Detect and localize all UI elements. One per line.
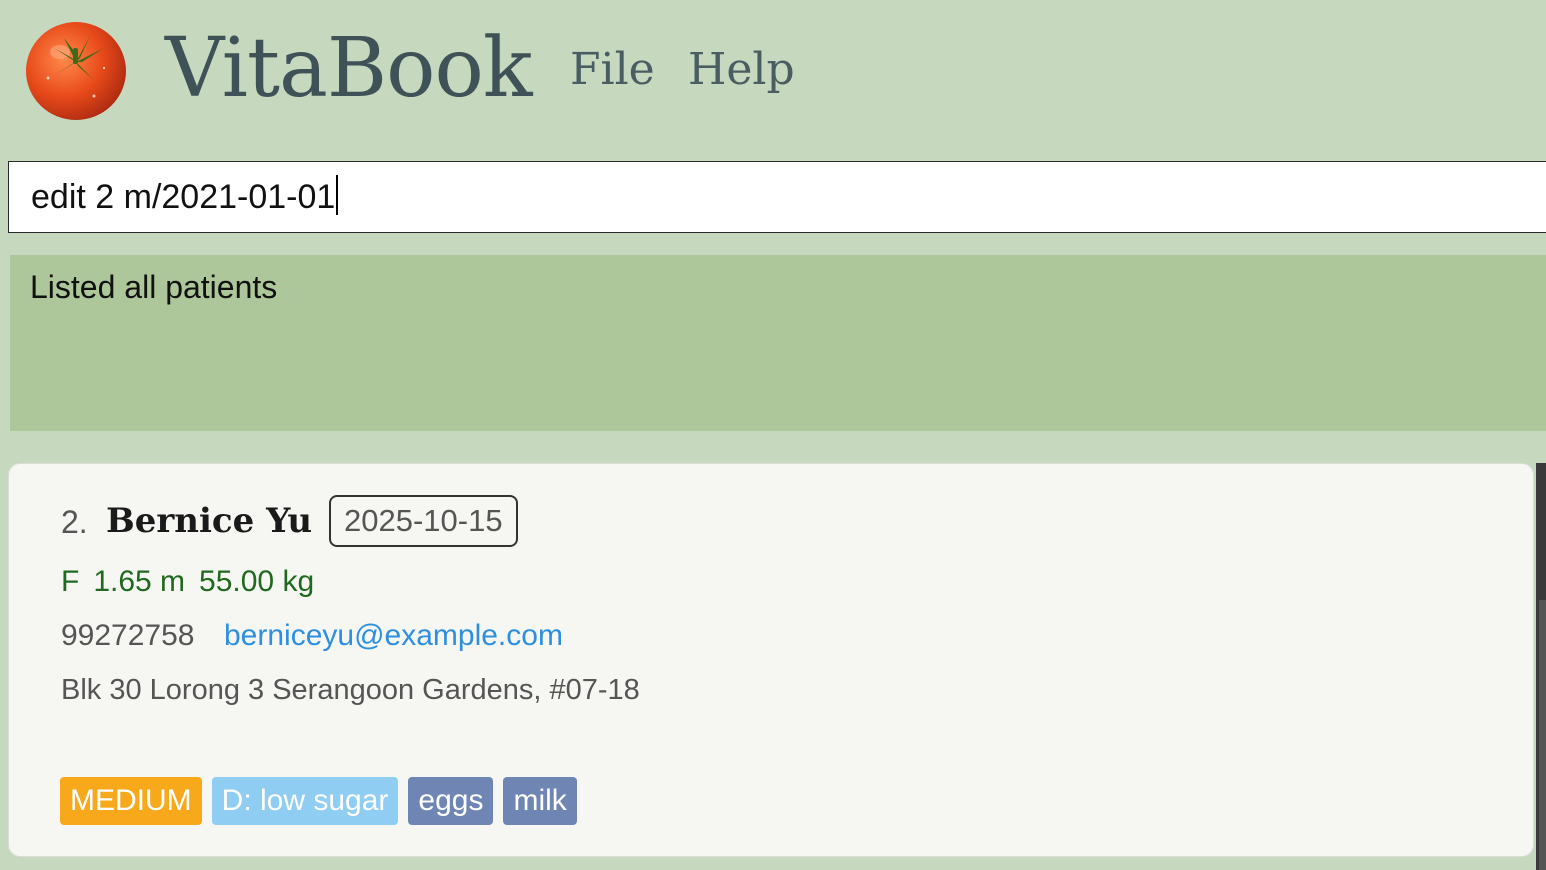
result-display: Listed all patients <box>10 255 1546 431</box>
patient-index: 2. <box>61 504 88 540</box>
patient-email[interactable]: berniceyu@example.com <box>224 616 563 656</box>
priority-tag: MEDIUM <box>60 777 202 825</box>
menu-help[interactable]: Help <box>688 38 795 102</box>
menu-file[interactable]: File <box>570 38 655 102</box>
patient-card[interactable]: 2. Bernice Yu 2025-10-15 F 1.65 m 55.00 kg… <box>8 463 1534 857</box>
command-value: edit 2 m/2021-01-01 <box>31 178 336 216</box>
app-window: VitaBook File Help edit 2 m/2021-01-01 L… <box>0 0 1546 870</box>
list-scrollbar-thumb[interactable] <box>1539 600 1546 870</box>
allergy-tag: eggs <box>408 777 494 825</box>
patient-sex: F <box>61 565 80 598</box>
allergy-tag: milk <box>503 777 577 825</box>
appointment-date-badge: 2025-10-15 <box>329 495 518 547</box>
diet-tag: D: low sugar <box>211 777 399 825</box>
app-title: VitaBook <box>165 21 533 116</box>
patient-name: Bernice Yu <box>106 501 313 541</box>
command-text-wrapper: edit 2 m/2021-01-01 <box>31 174 339 220</box>
tomato-logo-icon <box>24 18 128 122</box>
text-caret <box>336 175 339 215</box>
patient-vitals: F 1.65 m 55.00 kg <box>61 562 328 602</box>
header-bar: VitaBook File Help <box>0 0 1546 140</box>
patient-weight: 55.00 kg <box>199 565 315 598</box>
command-input[interactable]: edit 2 m/2021-01-01 <box>8 161 1546 233</box>
patient-phone: 99272758 <box>61 619 195 652</box>
result-message: Listed all patients <box>30 269 278 305</box>
patient-address: Blk 30 Lorong 3 Serangoon Gardens, #07-1… <box>61 674 640 706</box>
patient-height: 1.65 m <box>93 565 186 598</box>
patient-tags: MEDIUM D: low sugar eggs milk <box>60 777 577 825</box>
